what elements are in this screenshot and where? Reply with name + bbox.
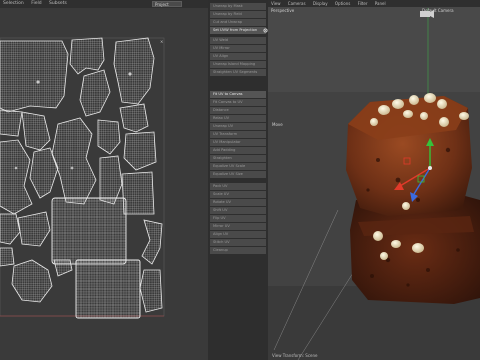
cmd-relax-uv[interactable]: Relax UV [210,115,266,122]
uv-command-palette: Unwrap by Mask Unwrap by Field Cut and U… [208,0,268,360]
uv-island [0,40,69,113]
cmd-fit-uv-to-canvas[interactable]: Fit UV to Canvas [210,91,266,98]
cmd-uv-weld[interactable]: UV Weld [210,37,266,44]
cmd-equalize-uv-scale[interactable]: Equalize UV Scale [210,163,266,170]
menu-view[interactable]: View [268,1,284,6]
cmd-mirror-uv[interactable]: Mirror UV [210,223,266,230]
uv-island [0,109,23,137]
cmd-straighten[interactable]: Straighten [210,155,266,162]
cmd-uv-mirror[interactable]: UV Mirror [210,45,266,52]
uv-detail [36,80,40,84]
cmd-unwrap-by-field[interactable]: Unwrap by Field [210,11,266,18]
cmd-stitch-uv[interactable]: Stitch UV [210,239,266,246]
menu-field[interactable]: Field [28,1,44,6]
cmd-scale-uv[interactable]: Scale UV [210,191,266,198]
uv-detail [128,72,132,76]
uv-island [0,213,21,245]
uv-editor-panel[interactable]: Selection Field Subsets Project × [0,0,208,360]
cmd-rotate-uv[interactable]: Rotate UV [210,199,266,206]
menu-panel[interactable]: Panel [372,1,389,6]
uv-island [0,139,33,215]
cmd-flip-uv[interactable]: Flip UV [210,215,266,222]
uv-island [141,219,163,265]
uv-detail [14,166,18,170]
cmd-uv-transform[interactable]: UV Transform [210,131,266,138]
cmd-equalize-uv-size[interactable]: Equalize UV Size [210,171,266,178]
cmd-shift-uv[interactable]: Shift UV [210,207,266,214]
viewport-footer: View Transform: Scene [272,353,318,358]
uv-detail [70,166,74,170]
menu-display[interactable]: Display [310,1,331,6]
uv-island [113,37,155,105]
cmd-cleanup[interactable]: Cleanup [210,247,266,254]
uv-island [123,131,157,171]
cmd-add-padding[interactable]: Add Padding [210,147,266,154]
canvas-corner-marker: × [160,39,163,44]
uv-island [97,119,121,155]
tool-label: Move [272,122,283,127]
uv-island [51,117,97,205]
cmd-uv-align[interactable]: UV Align [210,53,266,60]
cmd-set-uvw-from-projection[interactable]: Set UVW from Projection [210,27,266,34]
cmd-unwrap-island-mapping[interactable]: Unwrap Island Mapping [210,61,266,68]
cmd-uv-manipulator[interactable]: UV Manipulator [210,139,266,146]
viewport-menubar: View Cameras Display Options Filter Pane… [268,0,480,7]
menu-cameras[interactable]: Cameras [285,1,309,6]
3d-viewport[interactable]: View Cameras Display Options Filter Pane… [268,0,480,360]
view-name: Perspective [271,8,295,13]
cmd-unwrap-by-mask[interactable]: Unwrap by Mask [210,3,266,10]
cmd-cut-and-unwrap[interactable]: Cut and Unwrap [210,19,266,26]
cmd-pack-uv[interactable]: Pack UV [210,183,266,190]
uv-island [119,103,149,133]
uv-island [17,211,51,247]
viewport-scene[interactable] [268,0,480,360]
uv-island [79,69,111,117]
uv-island [139,269,163,313]
menu-selection[interactable]: Selection [0,1,27,6]
menu-subsets[interactable]: Subsets [46,1,70,6]
uv-large-islands [51,197,141,319]
uv-island [69,37,105,75]
uv-island [99,155,123,205]
uv-island-square [51,197,127,265]
cmd-unwrap-uv[interactable]: Unwrap UV [210,123,266,130]
cmd-align-uv[interactable]: Align UV [210,231,266,238]
uv-island-square [75,259,141,319]
cmd-straighten-uv-segments[interactable]: Straighten UV Segments [210,69,266,76]
menu-filter[interactable]: Filter [355,1,371,6]
uv-canvas[interactable]: × [0,8,208,360]
camera-name: Default Camera [422,8,454,13]
cmd-distance[interactable]: Distance [210,107,266,114]
uv-island [11,259,53,303]
menu-options[interactable]: Options [332,1,353,6]
uv-island [21,111,51,151]
cmd-fit-canvas-to-uv[interactable]: Fit Canvas to UV [210,99,266,106]
uv-island [121,171,155,215]
uv-island [0,247,15,267]
projection-dropdown[interactable]: Project [152,1,182,7]
